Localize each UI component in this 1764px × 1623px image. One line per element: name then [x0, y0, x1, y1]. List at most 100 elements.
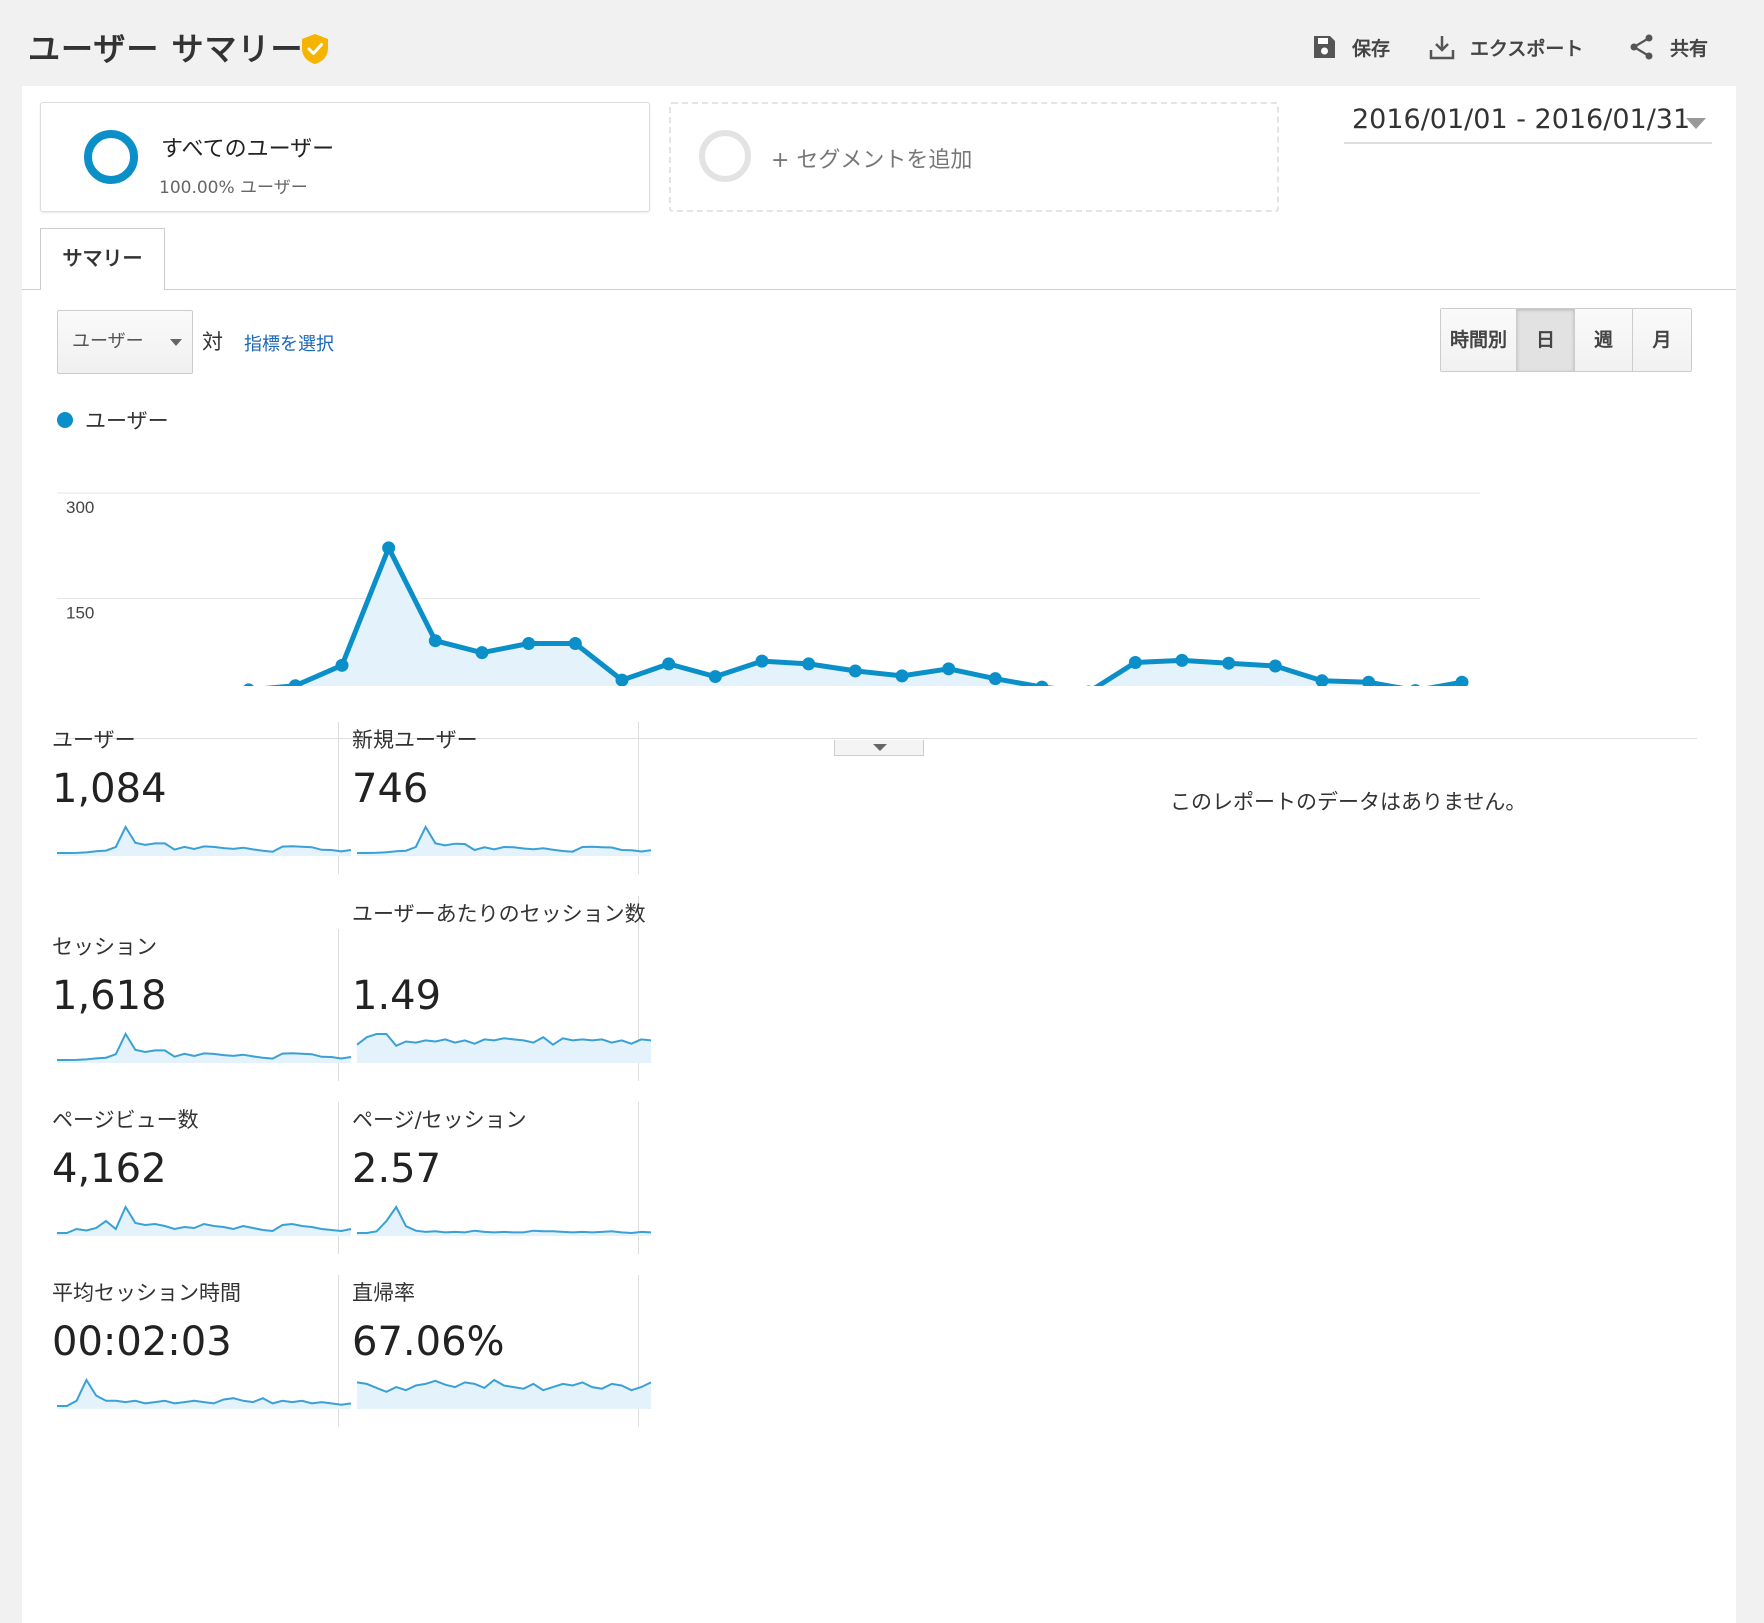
chart-point[interactable]: [382, 541, 396, 555]
chart-point[interactable]: [1409, 684, 1422, 686]
granularity-day-button[interactable]: 日: [1517, 309, 1575, 371]
tab-summary[interactable]: サマリー: [40, 228, 165, 290]
metric-card-label: セッション: [52, 935, 157, 959]
metric-card[interactable]: ユーザーあたりのセッション数 1.49: [352, 896, 652, 1071]
chart-point[interactable]: [895, 669, 909, 683]
date-range-picker[interactable]: 2016/01/01 - 2016/01/31: [1344, 100, 1712, 144]
metric-sparkline: [356, 1378, 652, 1409]
chart-point[interactable]: [288, 679, 302, 686]
chart-point[interactable]: [242, 683, 255, 686]
metric-card-value: 1,618: [52, 973, 167, 1019]
chart-point[interactable]: [662, 657, 676, 671]
metric-card-label: 新規ユーザー: [352, 728, 478, 752]
metric-card[interactable]: ページビュー数 4,162: [52, 1102, 352, 1244]
segment-subtitle: 100.00% ユーザー: [159, 178, 308, 198]
metric-sparkline: [57, 1377, 352, 1409]
shield-check-icon: [302, 34, 328, 64]
chart-point[interactable]: [335, 658, 349, 672]
chart-point[interactable]: [522, 637, 536, 651]
download-icon: [1429, 36, 1455, 60]
page-header: ユーザー サマリー 保存 エクスポート 共有: [0, 0, 1764, 86]
chart-point[interactable]: [428, 634, 442, 648]
metric-card-label: ページ/セッション: [352, 1108, 527, 1132]
select-metric-link[interactable]: 指標を選択: [244, 330, 334, 356]
metric-card[interactable]: 直帰率 67.06%: [352, 1275, 652, 1417]
metric-select[interactable]: ユーザー: [57, 310, 193, 374]
versus-label: 対: [202, 330, 223, 354]
metric-card[interactable]: 新規ユーザー 746: [352, 722, 652, 864]
metric-select-value: ユーザー: [72, 331, 144, 352]
chart-point[interactable]: [802, 657, 816, 671]
granularity-month-button[interactable]: 月: [1633, 309, 1691, 371]
y-tick-label: 150: [66, 604, 94, 623]
page-title: ユーザー サマリー: [28, 30, 304, 68]
sparkline-area: [357, 1380, 651, 1409]
metric-card-label: ユーザーあたりのセッション数: [352, 902, 646, 926]
chart-point[interactable]: [942, 662, 956, 676]
share-icon: [1630, 34, 1653, 60]
metric-sparkline: [57, 1031, 352, 1063]
save-icon: [1314, 36, 1335, 58]
tab-divider: [22, 289, 1736, 290]
metric-sparkline: [357, 824, 652, 856]
metric-card-value: 1,084: [52, 766, 167, 812]
export-button[interactable]: エクスポート: [1428, 30, 1583, 64]
chart-point[interactable]: [848, 664, 862, 678]
metric-card[interactable]: 平均セッション時間 00:02:03: [52, 1275, 352, 1417]
granularity-hourly-button[interactable]: 時間別: [1441, 309, 1517, 371]
chevron-down-icon: [1686, 118, 1706, 129]
chart-point[interactable]: [1268, 659, 1282, 673]
metric-card-label: 平均セッション時間: [52, 1281, 241, 1305]
date-range-label: 2016/01/01 - 2016/01/31: [1352, 104, 1691, 135]
metric-card-value: 4,162: [52, 1146, 167, 1192]
chart-point[interactable]: [755, 654, 769, 668]
metric-sparkline: [357, 1205, 652, 1236]
metric-card-label: ページビュー数: [52, 1108, 199, 1132]
chart-point[interactable]: [1175, 653, 1189, 667]
chart-point[interactable]: [1035, 680, 1049, 686]
granularity-toggle: 時間別 日 週 月: [1440, 308, 1692, 372]
segment-ring-icon: [84, 130, 138, 184]
chart-point[interactable]: [988, 672, 1002, 686]
users-line-chart: 300150 …1月8日1月15日1月22日1月29日: [57, 492, 1480, 686]
metric-card-value: 746: [352, 766, 429, 812]
metric-card-label: ユーザー: [52, 728, 136, 752]
report-panel: すべてのユーザー 100.00% ユーザー + セグメントを追加 2016/01…: [22, 86, 1736, 1623]
sparkline-area: [57, 1380, 351, 1409]
share-label: 共有: [1670, 37, 1709, 60]
y-tick-label: 300: [66, 498, 94, 517]
metric-card[interactable]: ページ/セッション 2.57: [352, 1102, 652, 1244]
metric-card[interactable]: セッション 1,618: [52, 929, 352, 1071]
metric-sparkline: [57, 824, 352, 856]
add-segment-label: + セグメントを追加: [771, 148, 973, 173]
sparkline-area: [57, 1207, 351, 1236]
chart-point[interactable]: [1222, 656, 1236, 670]
segment-all-users[interactable]: すべてのユーザー 100.00% ユーザー: [40, 102, 650, 212]
chart-collapse-toggle[interactable]: [834, 740, 924, 756]
granularity-week-button[interactable]: 週: [1575, 309, 1633, 371]
metric-card-label: 直帰率: [352, 1281, 415, 1305]
metric-sparkline: [356, 1033, 652, 1063]
metric-card-value: 2.57: [352, 1146, 442, 1192]
chart-point[interactable]: [615, 673, 629, 686]
add-segment-button[interactable]: + セグメントを追加: [669, 102, 1279, 212]
chart-point[interactable]: [1455, 675, 1469, 686]
chart-point[interactable]: [1128, 656, 1142, 670]
share-button[interactable]: 共有: [1628, 30, 1708, 64]
no-data-message: このレポートのデータはありません。: [1170, 790, 1527, 814]
chart-point[interactable]: [1362, 675, 1376, 686]
metric-sparkline: [57, 1204, 352, 1236]
chart-point[interactable]: [1315, 674, 1329, 686]
chart-point[interactable]: [568, 637, 582, 651]
segment-title: すべてのユーザー: [161, 137, 335, 162]
save-button[interactable]: 保存: [1310, 30, 1390, 64]
export-label: エクスポート: [1470, 37, 1584, 60]
metric-card[interactable]: ユーザー 1,084: [52, 722, 352, 864]
chart-point[interactable]: [475, 646, 489, 660]
dropdown-caret-icon: [170, 339, 182, 346]
chart-point[interactable]: [708, 670, 722, 684]
metric-card-value: 1.49: [352, 973, 442, 1019]
save-label: 保存: [1352, 37, 1391, 60]
empty-segment-ring-icon: [699, 130, 751, 182]
metric-card-value: 67.06%: [352, 1319, 505, 1365]
